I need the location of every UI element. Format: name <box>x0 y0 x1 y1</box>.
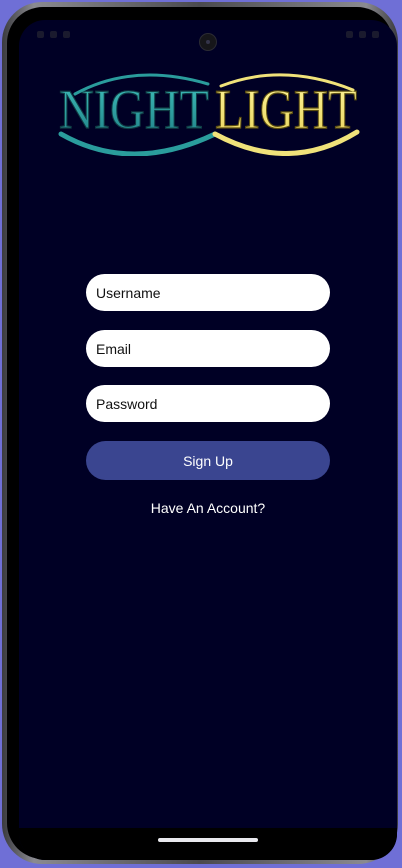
home-indicator[interactable] <box>158 838 258 842</box>
notification-icon <box>50 31 57 38</box>
have-account-link[interactable]: Have An Account? <box>19 500 397 516</box>
username-input[interactable] <box>86 274 330 311</box>
navigation-bar <box>19 828 397 860</box>
signal-icon <box>359 31 366 38</box>
app-screen: NIGHT LIGHT Sign Up Have An Account? <box>19 20 397 860</box>
email-input[interactable] <box>86 330 330 367</box>
status-bar <box>19 20 397 52</box>
nightlight-logo: NIGHT LIGHT <box>58 73 360 156</box>
wifi-icon <box>346 31 353 38</box>
status-right-icons <box>346 31 379 38</box>
notification-icon <box>37 31 44 38</box>
logo-night-text: NIGHT <box>59 79 209 141</box>
device-frame: NIGHT LIGHT Sign Up Have An Account? <box>2 2 398 864</box>
front-camera <box>199 33 217 51</box>
password-input[interactable] <box>86 385 330 422</box>
battery-icon <box>372 31 379 38</box>
notification-icon <box>63 31 70 38</box>
device-bezel: NIGHT LIGHT Sign Up Have An Account? <box>7 7 397 860</box>
logo-light-text: LIGHT <box>215 79 357 141</box>
sign-up-button[interactable]: Sign Up <box>86 441 330 480</box>
status-left-icons <box>37 31 70 38</box>
